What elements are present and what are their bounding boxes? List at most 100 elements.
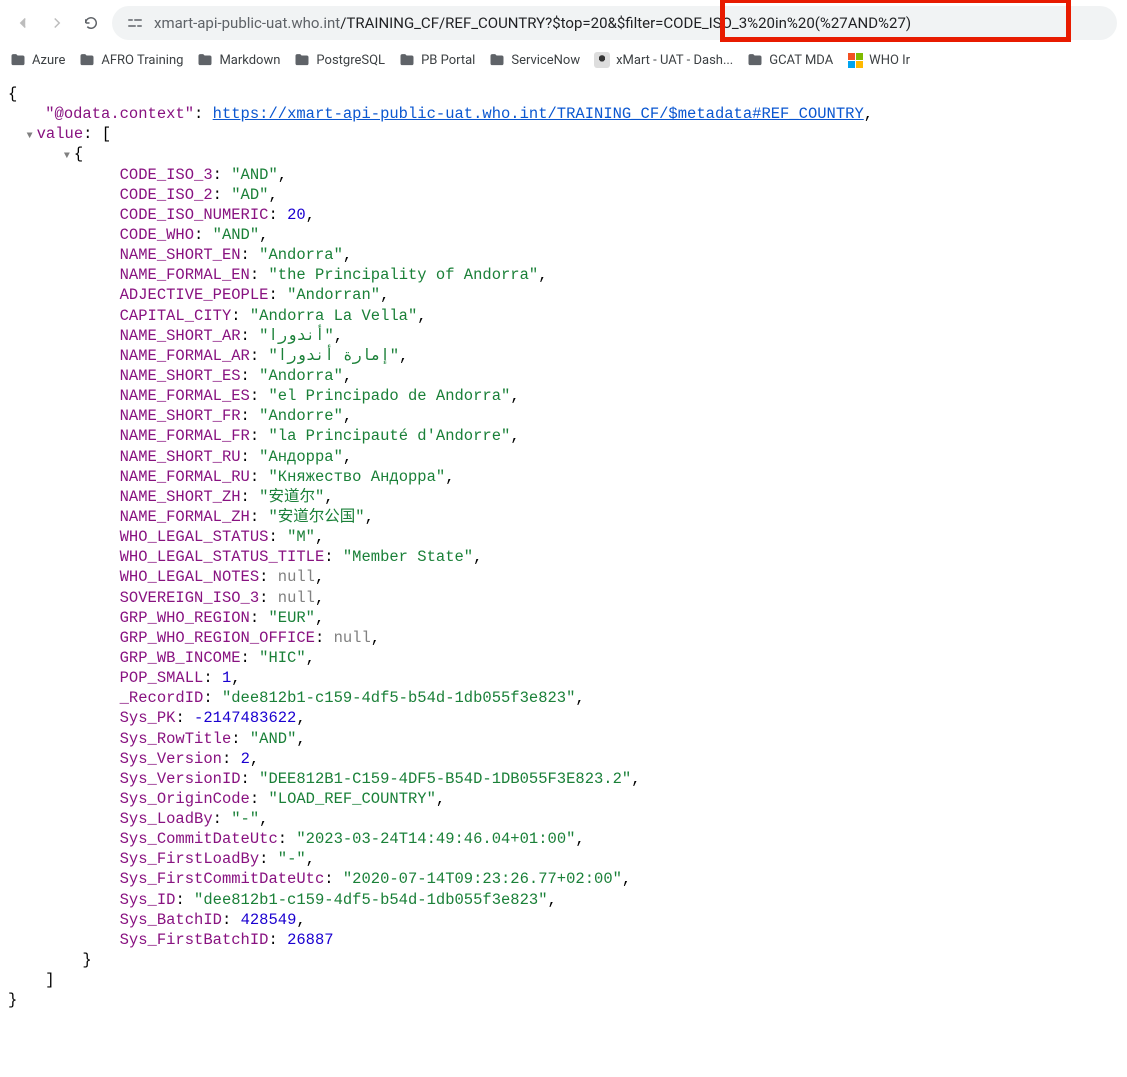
json-value: "AND" xyxy=(250,730,297,748)
json-value: "إمارة أندورا" xyxy=(268,347,399,365)
json-key: CAPITAL_CITY xyxy=(120,307,232,325)
json-key: Sys_FirstCommitDateUtc xyxy=(120,870,325,888)
json-key: Sys_VersionID xyxy=(120,770,241,788)
bookmark-label: Azure xyxy=(32,53,65,68)
site-settings-icon xyxy=(126,14,144,32)
json-key: WHO_LEGAL_NOTES xyxy=(120,568,260,586)
folder-icon xyxy=(747,52,763,68)
folder-icon xyxy=(489,52,505,68)
json-value: -2147483622 xyxy=(194,709,296,727)
bookmark-item[interactable]: AFRO Training xyxy=(79,52,183,68)
json-value: "2023-03-24T14:49:46.04+01:00" xyxy=(296,830,575,848)
json-key: NAME_FORMAL_AR xyxy=(120,347,250,365)
json-key: GRP_WHO_REGION_OFFICE xyxy=(120,629,315,647)
json-value: "安道尔" xyxy=(259,488,324,506)
back-button[interactable] xyxy=(10,10,36,36)
json-value: "dee812b1-c159-4df5-b54d-1db055f3e823" xyxy=(222,689,575,707)
bookmark-label: AFRO Training xyxy=(101,53,183,68)
bookmark-label: PB Portal xyxy=(421,53,475,68)
forward-button[interactable] xyxy=(44,10,70,36)
json-key: POP_SMALL xyxy=(120,669,204,687)
json-key: NAME_SHORT_AR xyxy=(120,327,241,345)
json-key: WHO_LEGAL_STATUS_TITLE xyxy=(120,548,325,566)
collapse-toggle-icon[interactable]: ▼ xyxy=(64,150,74,163)
json-key: NAME_FORMAL_RU xyxy=(120,468,250,486)
json-key: Sys_FirstLoadBy xyxy=(120,850,260,868)
folder-icon xyxy=(10,52,26,68)
reload-button[interactable] xyxy=(78,10,104,36)
json-key: "@odata.context" xyxy=(45,105,194,123)
browser-toolbar: xmart-api-public-uat.who.int/TRAINING_CF… xyxy=(0,0,1127,46)
json-value: "-" xyxy=(278,850,306,868)
json-value: 26887 xyxy=(287,931,334,949)
json-key: CODE_ISO_3 xyxy=(120,166,213,184)
json-key: NAME_SHORT_FR xyxy=(120,407,241,425)
json-value: "Княжество Андорра" xyxy=(268,468,445,486)
json-key: Sys_LoadBy xyxy=(120,810,213,828)
json-value: "HIC" xyxy=(259,649,306,667)
odata-context-link[interactable]: https://xmart-api-public-uat.who.int/TRA… xyxy=(213,105,864,123)
arrow-right-icon xyxy=(48,14,66,32)
json-key: NAME_FORMAL_FR xyxy=(120,427,250,445)
folder-icon xyxy=(399,52,415,68)
json-key: Sys_BatchID xyxy=(120,911,222,929)
json-key: Sys_ID xyxy=(120,891,176,909)
json-key: ADJECTIVE_PEOPLE xyxy=(120,286,269,304)
bookmark-item[interactable]: Azure xyxy=(10,52,65,68)
bookmarks-bar: Azure AFRO Training Markdown PostgreSQL PB P… xyxy=(0,46,1127,74)
json-key: Sys_RowTitle xyxy=(120,730,232,748)
json-value: "Andorra" xyxy=(259,246,343,264)
json-value: "Andorra La Vella" xyxy=(250,307,417,325)
json-value: "la Principauté d'Andorre" xyxy=(268,427,510,445)
json-key: CODE_ISO_NUMERIC xyxy=(120,206,269,224)
json-value: "Andorra" xyxy=(259,367,343,385)
collapse-toggle-icon[interactable]: ▼ xyxy=(27,130,37,143)
json-value: null xyxy=(278,589,315,607)
bookmark-label: GCAT MDA xyxy=(769,53,833,68)
json-value: "2020-07-14T09:23:26.77+02:00" xyxy=(343,870,622,888)
folder-icon xyxy=(294,52,310,68)
bookmark-item[interactable]: ServiceNow xyxy=(489,52,580,68)
bookmark-item[interactable]: WHO Ir xyxy=(847,52,910,68)
json-key: NAME_FORMAL_ZH xyxy=(120,508,250,526)
json-value: "el Principado de Andorra" xyxy=(268,387,510,405)
address-bar[interactable]: xmart-api-public-uat.who.int/TRAINING_CF… xyxy=(112,6,1117,40)
json-value: 428549 xyxy=(241,911,297,929)
json-key: GRP_WHO_REGION xyxy=(120,609,250,627)
bookmark-item[interactable]: xMart - UAT - Dash... xyxy=(594,52,733,68)
json-value: "-" xyxy=(231,810,259,828)
json-value: "DEE812B1-C159-4DF5-B54D-1DB055F3E823.2" xyxy=(259,770,631,788)
bookmark-item[interactable]: GCAT MDA xyxy=(747,52,833,68)
json-value: "EUR" xyxy=(268,609,315,627)
json-value: null xyxy=(334,629,371,647)
json-value: "أندورا" xyxy=(259,327,334,345)
bookmark-item[interactable]: Markdown xyxy=(197,52,280,68)
json-value: "安道尔公国" xyxy=(268,508,364,526)
json-key: Sys_CommitDateUtc xyxy=(120,830,278,848)
json-key: WHO_LEGAL_STATUS xyxy=(120,528,269,546)
json-key: CODE_ISO_2 xyxy=(120,186,213,204)
json-key: NAME_SHORT_ZH xyxy=(120,488,241,506)
json-value: "AD" xyxy=(231,186,268,204)
json-key: Sys_FirstBatchID xyxy=(120,931,269,949)
reload-icon xyxy=(82,14,100,32)
microsoft-icon xyxy=(847,52,863,68)
json-key: GRP_WB_INCOME xyxy=(120,649,241,667)
arrow-left-icon xyxy=(14,14,32,32)
json-value: "Андорра" xyxy=(259,448,343,466)
bookmark-item[interactable]: PB Portal xyxy=(399,52,475,68)
bookmark-item[interactable]: PostgreSQL xyxy=(294,52,385,68)
json-key: CODE_WHO xyxy=(120,226,194,244)
bookmark-label: Markdown xyxy=(219,53,280,68)
json-value: 1 xyxy=(222,669,231,687)
json-key: Sys_OriginCode xyxy=(120,790,250,808)
json-key: SOVEREIGN_ISO_3 xyxy=(120,589,260,607)
folder-icon xyxy=(79,52,95,68)
json-key: NAME_SHORT_ES xyxy=(120,367,241,385)
json-value: "Andorran" xyxy=(287,286,380,304)
json-key: Sys_PK xyxy=(120,709,176,727)
json-key: NAME_FORMAL_ES xyxy=(120,387,250,405)
json-value: 2 xyxy=(241,750,250,768)
json-value: "LOAD_REF_COUNTRY" xyxy=(268,790,435,808)
bookmark-label: PostgreSQL xyxy=(316,53,385,68)
